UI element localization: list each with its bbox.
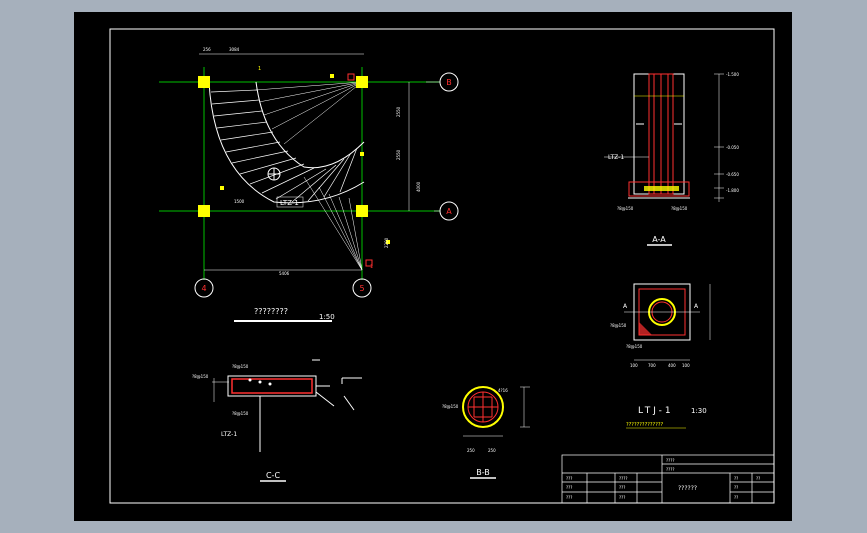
section-aa-title: A-A (652, 235, 666, 244)
column-marker (198, 76, 210, 88)
axis-label-a: A (446, 207, 452, 216)
plan-label-ltz: LTZ-1 (280, 199, 299, 207)
tb-cell: ?? (734, 485, 738, 490)
plan-scale: 1:50 (319, 313, 335, 321)
tb-cell: ???? (666, 458, 675, 463)
tb-cell: ?? (734, 476, 738, 481)
ltj-a-right: A (694, 303, 699, 310)
column-marker (356, 205, 368, 217)
plan-dim: 5406 (279, 271, 290, 276)
axis-label-b: B (446, 78, 452, 87)
column-marker (356, 76, 368, 88)
ltj-dim: 100 (682, 363, 690, 368)
tb-cell: ??? (566, 476, 572, 481)
section-aa-rebar: ?8@150 (671, 206, 688, 211)
stair-plan (159, 53, 459, 298)
tb-cell: ??? (566, 485, 572, 490)
tb-cell: ???? (619, 476, 628, 481)
inner-frame (109, 28, 775, 504)
ltj-dim: 400 (668, 363, 676, 368)
section-bb-dim: 250 (467, 448, 475, 453)
ltj-title: LTJ-1 (638, 406, 674, 416)
ltj-scale: 1:30 (691, 407, 707, 415)
plan-mark: 1 (258, 66, 261, 72)
section-bb-rebar: ?8@150 (442, 404, 459, 409)
tb-cell: ?? (734, 495, 738, 500)
tb-drawing-name: ?????? (678, 485, 697, 492)
plan-dim: 2550 (396, 106, 401, 117)
ltj-note: ?????????????? (626, 422, 663, 428)
ltj-rebar: ?8@150 (626, 344, 643, 349)
section-bb-rebar: 4?16 (498, 388, 508, 393)
ltj-dim: 100 (630, 363, 638, 368)
cad-drawing-sheet: B A 4 5 256 3084 2550 2550 4000 5406 150… (74, 12, 792, 521)
elevation-mark: -1.800 (726, 188, 739, 193)
section-bb (462, 386, 530, 437)
axis-label-4: 4 (201, 284, 206, 293)
section-aa-rebar: ?8@150 (617, 206, 634, 211)
elevation-mark: -0.050 (726, 145, 739, 150)
plan-dim: 2550 (396, 149, 401, 160)
plan-dim: 3084 (229, 47, 240, 52)
plan-title: ???????? (254, 307, 288, 316)
section-cc-label: LTZ-1 (221, 431, 237, 438)
plan-mark: 1 (370, 264, 373, 270)
elevation-mark: -1.500 (726, 72, 739, 77)
tb-cell: ??? (566, 495, 572, 500)
plan-dim: 2200 (384, 237, 389, 248)
ltj-dim: 700 (648, 363, 656, 368)
elevation-mark: -0.650 (726, 172, 739, 177)
section-aa (604, 73, 724, 202)
section-cc-rebar: ?8@150 (192, 374, 209, 379)
plan-dim: 1500 (234, 199, 245, 204)
plan-dim: 4000 (416, 181, 421, 192)
section-cc-title: C-C (266, 471, 280, 480)
tb-cell: ?? (756, 476, 760, 481)
section-bb-dim: 250 (488, 448, 496, 453)
section-cc-rebar: ?8@150 (232, 364, 249, 369)
section-bb-title: B-B (476, 468, 490, 477)
axis-label-5: 5 (359, 284, 364, 293)
ltj-a-left: A (623, 303, 628, 310)
plan-dim: 256 (203, 47, 211, 52)
section-cc-rebar: ?8@150 (232, 411, 249, 416)
ltj-rebar: ?8@150 (610, 323, 627, 328)
drawing-canvas: B A 4 5 256 3084 2550 2550 4000 5406 150… (109, 28, 775, 504)
column-marker (198, 205, 210, 217)
tb-cell: ??? (619, 495, 625, 500)
tb-cell: ??? (619, 485, 625, 490)
tb-cell: ???? (666, 467, 675, 472)
section-cc (212, 359, 362, 452)
section-aa-label: LTZ-1 (608, 154, 624, 161)
